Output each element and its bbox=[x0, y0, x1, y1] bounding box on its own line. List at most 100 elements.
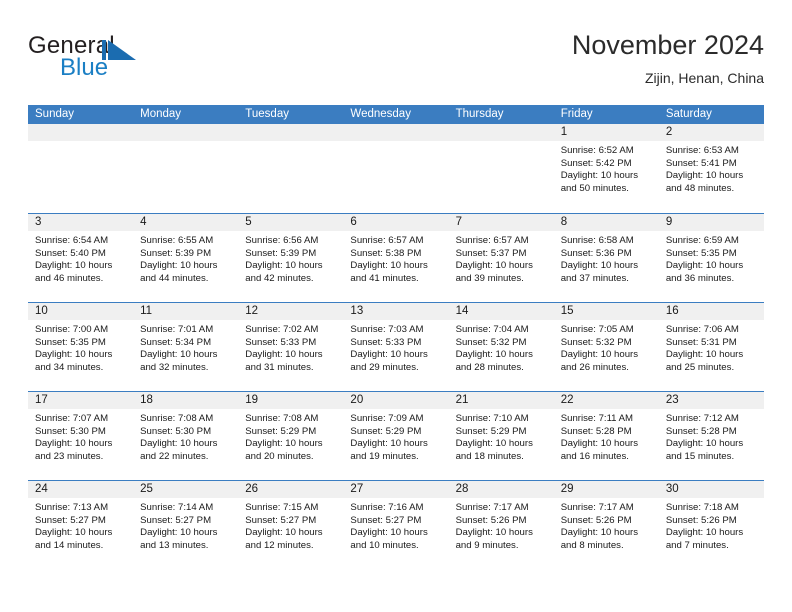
daylight-text-line1: Daylight: 10 hours bbox=[455, 438, 533, 450]
day-cell-empty bbox=[448, 124, 554, 213]
day-details: Sunrise: 7:02 AM Sunset: 5:33 PM Daylight:… bbox=[238, 320, 343, 374]
day-cell[interactable]: 25 Sunrise: 7:14 AM Sunset: 5:27 PM Dayligh… bbox=[133, 481, 239, 569]
day-cell[interactable]: 29 Sunrise: 7:17 AM Sunset: 5:26 PM Dayligh… bbox=[553, 481, 659, 569]
sunrise-text: Sunrise: 7:06 AM bbox=[665, 324, 739, 335]
day-cell[interactable]: 30 Sunrise: 7:18 AM Sunset: 5:26 PM Dayligh… bbox=[658, 481, 764, 569]
day-cell[interactable]: 15 Sunrise: 7:05 AM Sunset: 5:32 PM Dayligh… bbox=[553, 303, 659, 391]
day-details: Sunrise: 7:09 AM Sunset: 5:29 PM Daylight:… bbox=[343, 409, 448, 463]
day-number: 23 bbox=[658, 392, 764, 409]
day-cell[interactable]: 3 Sunrise: 6:54 AM Sunset: 5:40 PM Daylight… bbox=[28, 214, 134, 302]
day-number: 21 bbox=[448, 392, 554, 409]
day-details: Sunrise: 7:04 AM Sunset: 5:32 PM Daylight:… bbox=[449, 320, 554, 374]
sunset-text: Sunset: 5:40 PM bbox=[35, 247, 106, 259]
sunset-text: Sunset: 5:26 PM bbox=[455, 514, 527, 526]
day-number: 22 bbox=[553, 392, 659, 409]
day-details: Sunrise: 7:15 AM Sunset: 5:27 PM Daylight:… bbox=[238, 498, 343, 552]
sunset-text: Sunset: 5:27 PM bbox=[35, 514, 106, 526]
day-cell[interactable]: 17 Sunrise: 7:07 AM Sunset: 5:30 PM Dayligh… bbox=[28, 392, 134, 480]
daylight-text-line2: and 22 minutes. bbox=[140, 450, 209, 462]
week-row: 3 Sunrise: 6:54 AM Sunset: 5:40 PM Daylight… bbox=[28, 213, 764, 302]
week-row: 1 Sunrise: 6:52 AM Sunset: 5:42 PM Daylight… bbox=[28, 124, 764, 213]
daylight-text-line1: Daylight: 10 hours bbox=[560, 438, 639, 450]
day-details: Sunrise: 7:18 AM Sunset: 5:26 PM Daylight:… bbox=[659, 498, 764, 552]
daylight-text-line2: and 13 minutes. bbox=[140, 539, 209, 551]
daylight-text-line2: and 39 minutes. bbox=[455, 272, 524, 284]
daylight-text-line1: Daylight: 10 hours bbox=[455, 349, 533, 361]
sunrise-text: Sunrise: 7:18 AM bbox=[665, 502, 739, 513]
day-cell[interactable]: 14 Sunrise: 7:04 AM Sunset: 5:32 PM Dayligh… bbox=[448, 303, 554, 391]
weekday-header-saturday: Saturday bbox=[665, 108, 712, 120]
calendar-grid: Sunday Monday Tuesday Wednesday Thursday… bbox=[28, 105, 764, 569]
day-cell[interactable]: 27 Sunrise: 7:16 AM Sunset: 5:27 PM Dayligh… bbox=[343, 481, 449, 569]
day-details: Sunrise: 7:01 AM Sunset: 5:34 PM Daylight:… bbox=[133, 320, 238, 374]
day-details: Sunrise: 6:59 AM Sunset: 5:35 PM Daylight:… bbox=[659, 231, 764, 285]
sunrise-text: Sunrise: 6:54 AM bbox=[35, 235, 109, 246]
weeks-container: 1 Sunrise: 6:52 AM Sunset: 5:42 PM Daylight… bbox=[28, 124, 764, 569]
day-cell[interactable]: 2 Sunrise: 6:53 AM Sunset: 5:41 PM Daylight… bbox=[658, 124, 764, 213]
sunrise-text: Sunrise: 7:03 AM bbox=[350, 324, 424, 335]
day-cell[interactable]: 5 Sunrise: 6:56 AM Sunset: 5:39 PM Daylight… bbox=[238, 214, 344, 302]
daylight-text-line1: Daylight: 10 hours bbox=[35, 438, 113, 450]
day-number: 10 bbox=[28, 303, 134, 320]
day-number: 29 bbox=[553, 481, 659, 498]
day-cell[interactable]: 8 Sunrise: 6:58 AM Sunset: 5:36 PM Daylight… bbox=[553, 214, 659, 302]
daylight-text-line2: and 25 minutes. bbox=[665, 361, 735, 373]
day-number: 25 bbox=[133, 481, 239, 498]
day-cell[interactable]: 20 Sunrise: 7:09 AM Sunset: 5:29 PM Dayligh… bbox=[343, 392, 449, 480]
day-number: 6 bbox=[343, 214, 449, 231]
day-number bbox=[448, 124, 554, 141]
day-number: 28 bbox=[448, 481, 554, 498]
page-title: November 2024 bbox=[571, 30, 764, 60]
day-cell[interactable]: 11 Sunrise: 7:01 AM Sunset: 5:34 PM Dayligh… bbox=[133, 303, 239, 391]
day-cell[interactable]: 13 Sunrise: 7:03 AM Sunset: 5:33 PM Dayligh… bbox=[343, 303, 449, 391]
day-cell[interactable]: 12 Sunrise: 7:02 AM Sunset: 5:33 PM Dayligh… bbox=[238, 303, 344, 391]
day-number: 13 bbox=[343, 303, 449, 320]
day-cell[interactable]: 21 Sunrise: 7:10 AM Sunset: 5:29 PM Dayligh… bbox=[448, 392, 554, 480]
day-number: 30 bbox=[658, 481, 764, 498]
day-number: 4 bbox=[133, 214, 239, 231]
day-details: Sunrise: 7:11 AM Sunset: 5:28 PM Daylight:… bbox=[554, 409, 659, 463]
day-cell[interactable]: 22 Sunrise: 7:11 AM Sunset: 5:28 PM Dayligh… bbox=[553, 392, 659, 480]
day-details: Sunrise: 6:53 AM Sunset: 5:41 PM Daylight:… bbox=[659, 141, 764, 195]
weekday-header-friday: Friday bbox=[560, 108, 593, 120]
day-cell[interactable]: 16 Sunrise: 7:06 AM Sunset: 5:31 PM Dayligh… bbox=[658, 303, 764, 391]
daylight-text-line2: and 16 minutes. bbox=[560, 450, 629, 462]
day-cell[interactable]: 7 Sunrise: 6:57 AM Sunset: 5:37 PM Daylight… bbox=[448, 214, 554, 302]
day-cell[interactable]: 26 Sunrise: 7:15 AM Sunset: 5:27 PM Dayligh… bbox=[238, 481, 344, 569]
day-number bbox=[238, 124, 344, 141]
sunset-text: Sunset: 5:28 PM bbox=[665, 425, 737, 437]
day-cell[interactable]: 19 Sunrise: 7:08 AM Sunset: 5:29 PM Dayligh… bbox=[238, 392, 344, 480]
sunrise-text: Sunrise: 6:56 AM bbox=[245, 235, 319, 246]
day-number bbox=[28, 124, 134, 141]
day-cell[interactable]: 23 Sunrise: 7:12 AM Sunset: 5:28 PM Dayligh… bbox=[658, 392, 764, 480]
day-cell[interactable]: 18 Sunrise: 7:08 AM Sunset: 5:30 PM Dayligh… bbox=[133, 392, 239, 480]
sunrise-text: Sunrise: 6:57 AM bbox=[350, 235, 424, 246]
daylight-text-line1: Daylight: 10 hours bbox=[140, 349, 218, 361]
daylight-text-line2: and 9 minutes. bbox=[455, 539, 519, 551]
day-number: 1 bbox=[553, 124, 659, 141]
sunset-text: Sunset: 5:28 PM bbox=[560, 425, 632, 437]
sunset-text: Sunset: 5:34 PM bbox=[140, 336, 212, 348]
sunrise-text: Sunrise: 7:11 AM bbox=[560, 413, 634, 424]
sunset-text: Sunset: 5:39 PM bbox=[245, 247, 317, 259]
day-number: 2 bbox=[658, 124, 764, 141]
brand-logo[interactable]: General Blue bbox=[28, 32, 268, 88]
day-cell[interactable]: 4 Sunrise: 6:55 AM Sunset: 5:39 PM Daylight… bbox=[133, 214, 239, 302]
sunset-text: Sunset: 5:36 PM bbox=[560, 247, 632, 259]
daylight-text-line2: and 14 minutes. bbox=[35, 539, 104, 551]
sunrise-text: Sunrise: 7:02 AM bbox=[245, 324, 319, 335]
day-cell[interactable]: 9 Sunrise: 6:59 AM Sunset: 5:35 PM Daylight… bbox=[658, 214, 764, 302]
daylight-text-line1: Daylight: 10 hours bbox=[560, 349, 639, 361]
daylight-text-line2: and 50 minutes. bbox=[560, 182, 629, 194]
day-details: Sunrise: 7:16 AM Sunset: 5:27 PM Daylight:… bbox=[343, 498, 448, 552]
day-cell[interactable]: 24 Sunrise: 7:13 AM Sunset: 5:27 PM Dayligh… bbox=[28, 481, 134, 569]
day-details: Sunrise: 6:57 AM Sunset: 5:37 PM Daylight:… bbox=[449, 231, 554, 285]
day-cell[interactable]: 10 Sunrise: 7:00 AM Sunset: 5:35 PM Dayligh… bbox=[28, 303, 134, 391]
day-cell[interactable]: 1 Sunrise: 6:52 AM Sunset: 5:42 PM Daylight… bbox=[553, 124, 659, 213]
daylight-text-line1: Daylight: 10 hours bbox=[140, 438, 218, 450]
sunrise-text: Sunrise: 7:15 AM bbox=[245, 502, 319, 513]
weekday-header-thursday: Thursday bbox=[455, 108, 504, 120]
daylight-text-line1: Daylight: 10 hours bbox=[665, 438, 744, 450]
day-cell[interactable]: 28 Sunrise: 7:17 AM Sunset: 5:26 PM Dayligh… bbox=[448, 481, 554, 569]
day-cell[interactable]: 6 Sunrise: 6:57 AM Sunset: 5:38 PM Daylight… bbox=[343, 214, 449, 302]
